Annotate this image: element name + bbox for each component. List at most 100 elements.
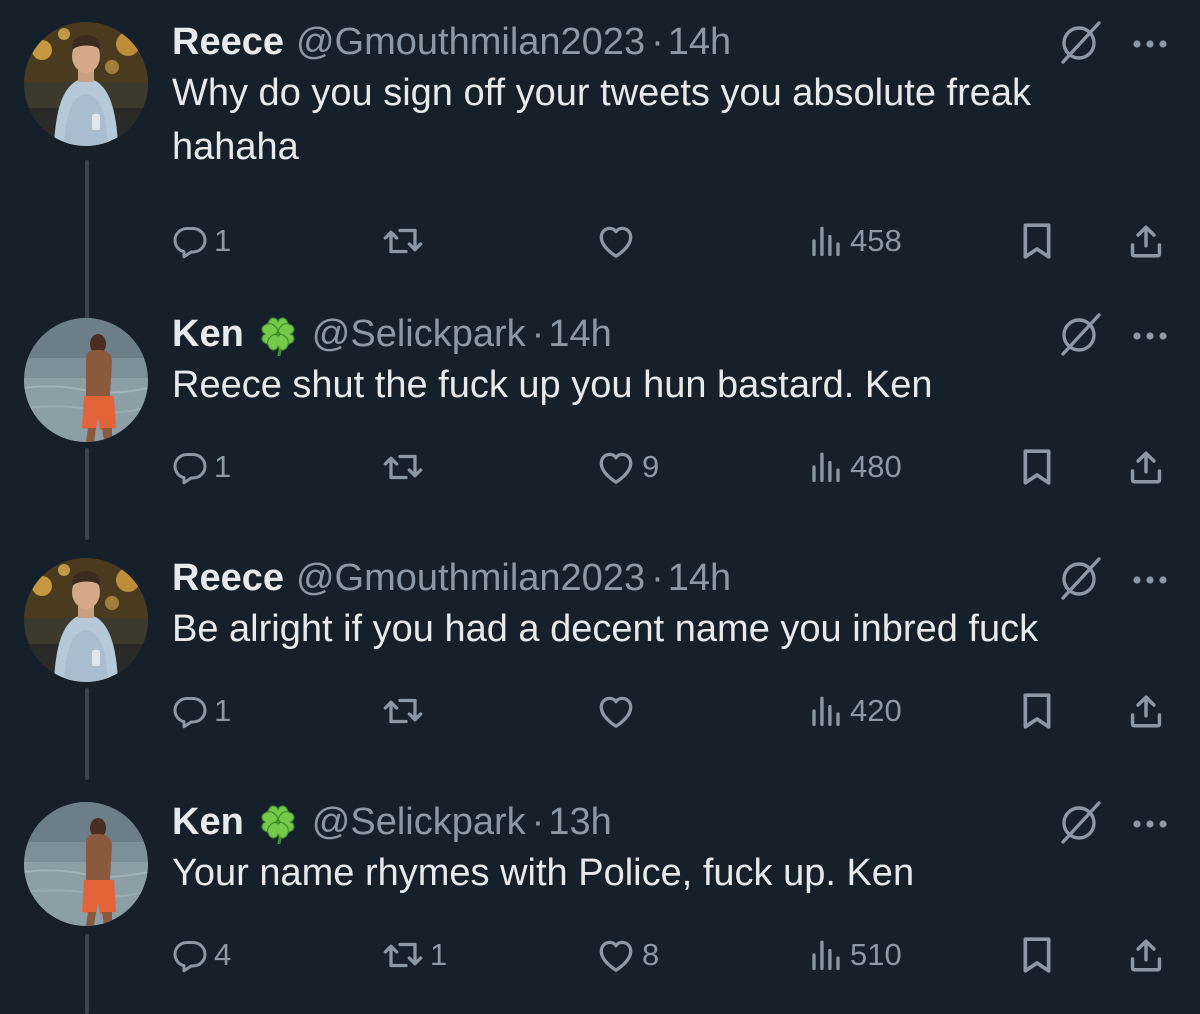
bookmark-icon [1020, 935, 1054, 975]
views-button[interactable]: 480 [808, 442, 902, 492]
avatar[interactable] [24, 22, 148, 146]
tweet-text: Your name rhymes with Police, fuck up. K… [172, 852, 915, 894]
share-icon [1127, 222, 1165, 260]
more-icon[interactable] [1128, 800, 1172, 844]
author-name[interactable]: Reece [172, 20, 284, 64]
bookmark-button[interactable] [1020, 930, 1054, 980]
author-handle[interactable]: @Gmouthmilan2023 [296, 556, 645, 600]
thread-line [85, 160, 89, 322]
more-icon[interactable] [1128, 312, 1172, 356]
author-name[interactable]: Ken [172, 800, 244, 844]
tweet[interactable]: Ken @Selickpark · 14h Reece shut the fuc… [0, 312, 1200, 540]
reply-icon [172, 693, 208, 729]
thread-line [85, 934, 89, 1014]
views-icon [808, 223, 844, 259]
heart-icon [596, 937, 636, 973]
replies-count: 4 [214, 937, 232, 972]
share-icon [1127, 936, 1165, 974]
views-count: 480 [850, 449, 902, 484]
retweet-button[interactable]: 1 [382, 930, 447, 980]
views-icon [808, 693, 844, 729]
separator: · [651, 21, 664, 63]
grok-icon[interactable] [1055, 800, 1107, 844]
replies-count: 1 [214, 693, 232, 728]
share-icon [1127, 448, 1165, 486]
more-icon[interactable] [1128, 20, 1172, 64]
reply-button[interactable]: 1 [172, 442, 231, 492]
retweet-button[interactable] [382, 686, 430, 736]
like-button[interactable]: 9 [596, 442, 659, 492]
reply-icon [172, 449, 208, 485]
views-icon [808, 449, 844, 485]
views-count: 420 [850, 693, 902, 728]
action-bar: 4 1 8 510 [172, 930, 1172, 980]
heart-icon [596, 693, 636, 729]
likes-count: 8 [642, 937, 660, 972]
bookmark-button[interactable] [1020, 442, 1054, 492]
bookmark-icon [1020, 221, 1054, 261]
reply-button[interactable]: 1 [172, 686, 231, 736]
tweet[interactable]: Reece @Gmouthmilan2023 · 14h Be alright … [0, 556, 1200, 780]
tweet-header: Ken @Selickpark · 13h [172, 800, 612, 844]
more-icon[interactable] [1128, 556, 1172, 600]
action-bar: 1 9 480 [172, 442, 1172, 492]
tweet[interactable]: Reece @Gmouthmilan2023 · 14h Why do you … [0, 20, 1200, 322]
author-name[interactable]: Ken [172, 312, 244, 356]
retweet-button[interactable] [382, 442, 430, 492]
views-button[interactable]: 420 [808, 686, 902, 736]
bookmark-button[interactable] [1020, 686, 1054, 736]
author-handle[interactable]: @Selickpark [312, 800, 526, 844]
tweet-text: Why do you sign off your tweets you abso… [172, 72, 1031, 168]
tweet-text: Be alright if you had a decent name you … [172, 608, 1039, 650]
avatar[interactable] [24, 802, 148, 926]
share-icon [1127, 692, 1165, 730]
views-count: 458 [850, 223, 902, 258]
heart-icon [596, 449, 636, 485]
views-icon [808, 937, 844, 973]
share-button[interactable] [1127, 930, 1165, 980]
thread-line [85, 688, 89, 780]
grok-icon[interactable] [1055, 312, 1107, 356]
reply-icon [172, 937, 208, 973]
share-button[interactable] [1127, 216, 1165, 266]
share-button[interactable] [1127, 686, 1165, 736]
views-button[interactable]: 458 [808, 216, 902, 266]
author-handle[interactable]: @Gmouthmilan2023 [296, 20, 645, 64]
tweet-header: Reece @Gmouthmilan2023 · 14h [172, 20, 731, 64]
reply-button[interactable]: 4 [172, 930, 231, 980]
author-handle[interactable]: @Selickpark [312, 312, 526, 356]
tweet-header: Reece @Gmouthmilan2023 · 14h [172, 556, 731, 600]
avatar[interactable] [24, 318, 148, 442]
grok-icon[interactable] [1055, 556, 1107, 600]
likes-count: 9 [642, 449, 660, 484]
retweet-icon [382, 937, 424, 973]
tweet-text: Reece shut the fuck up you hun bastard. … [172, 364, 933, 406]
tweet[interactable]: Ken @Selickpark · 13h Your name rhymes w… [0, 800, 1200, 1014]
bookmark-button[interactable] [1020, 216, 1054, 266]
separator: · [531, 801, 545, 843]
timestamp[interactable]: 13h [548, 800, 611, 844]
reply-icon [172, 223, 208, 259]
shamrock-emoji [256, 312, 300, 356]
like-button[interactable]: 8 [596, 930, 659, 980]
timestamp[interactable]: 14h [548, 312, 611, 356]
replies-count: 1 [214, 449, 232, 484]
timestamp[interactable]: 14h [668, 556, 731, 600]
like-button[interactable] [596, 216, 642, 266]
share-button[interactable] [1127, 442, 1165, 492]
retweet-icon [382, 223, 424, 259]
bookmark-icon [1020, 447, 1054, 487]
retweet-button[interactable] [382, 216, 430, 266]
thread-line [85, 448, 89, 540]
conversation-thread: Reece @Gmouthmilan2023 · 14h Why do you … [0, 0, 1200, 1014]
reply-button[interactable]: 1 [172, 216, 231, 266]
author-name[interactable]: Reece [172, 556, 284, 600]
avatar[interactable] [24, 558, 148, 682]
heart-icon [596, 223, 636, 259]
retweets-count: 1 [430, 937, 448, 972]
grok-icon[interactable] [1055, 20, 1107, 64]
views-button[interactable]: 510 [808, 930, 902, 980]
timestamp[interactable]: 14h [668, 20, 731, 64]
views-count: 510 [850, 937, 902, 972]
like-button[interactable] [596, 686, 642, 736]
